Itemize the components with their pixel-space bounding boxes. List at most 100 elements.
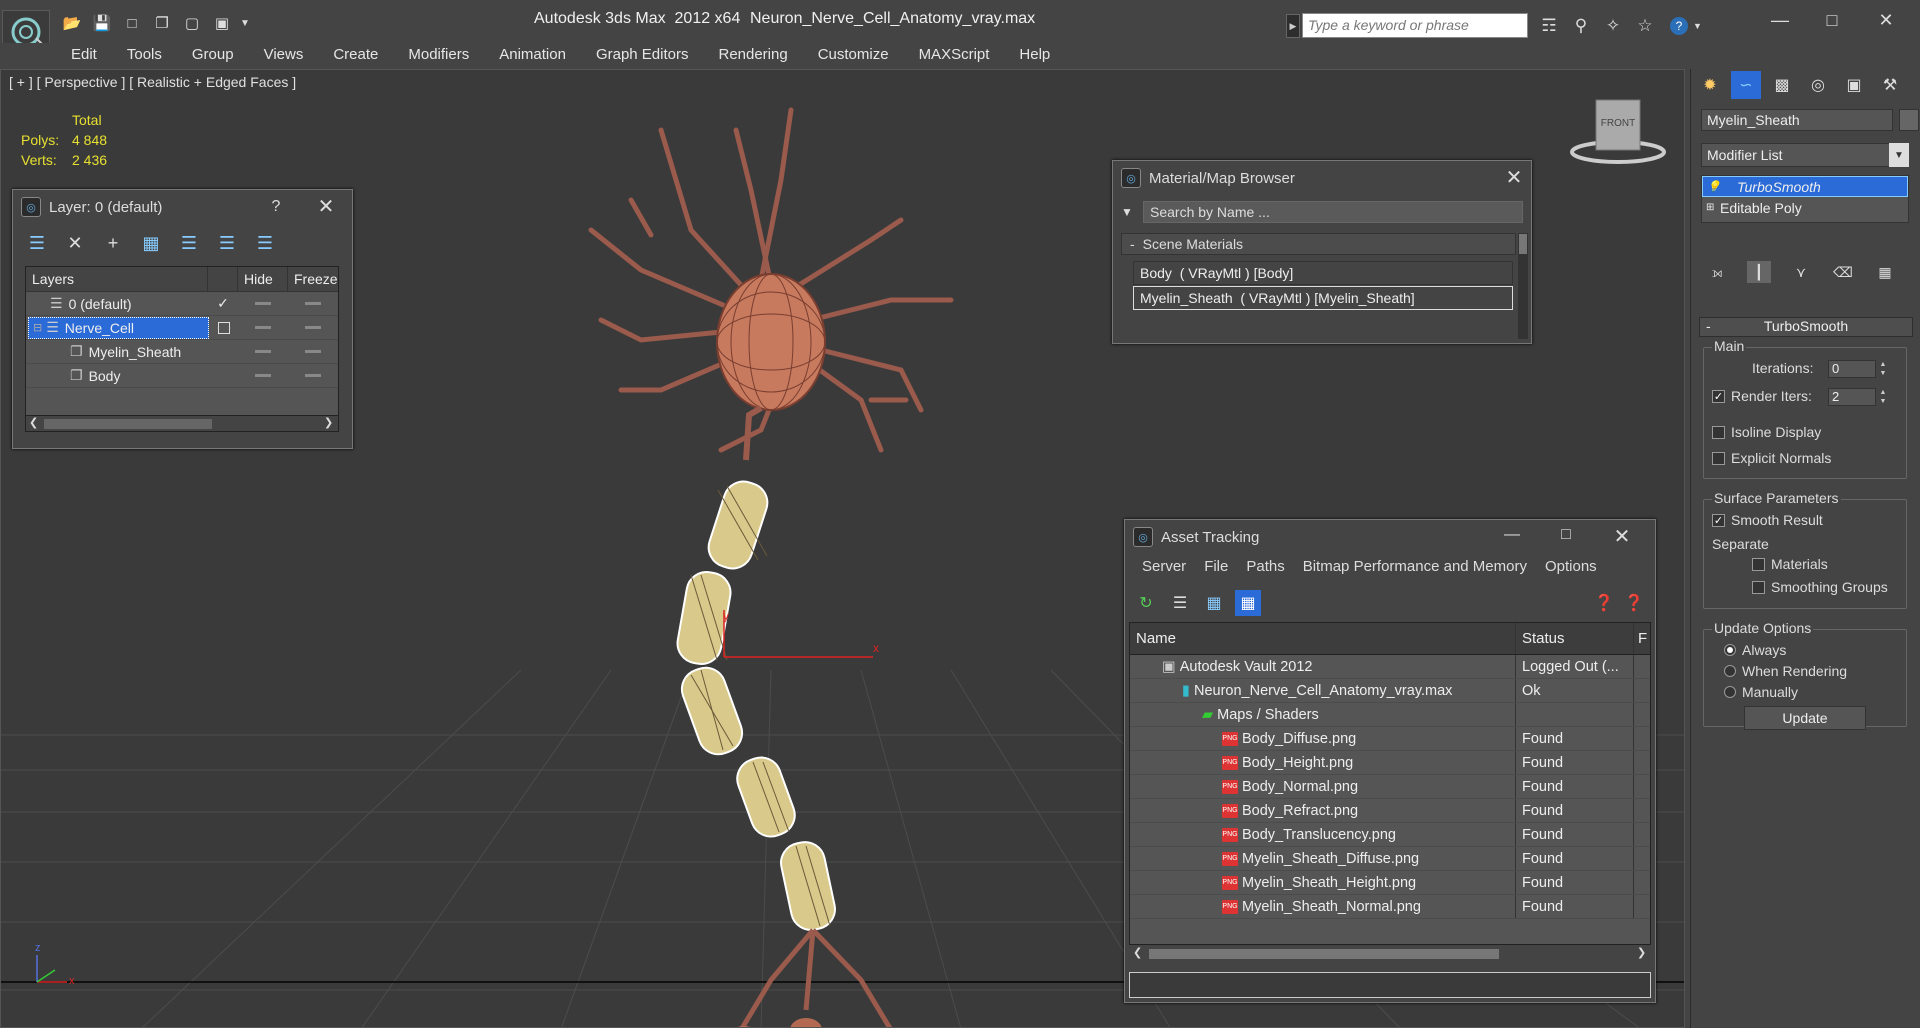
col-extra[interactable]: F [1634,630,1647,647]
current-layer-box-icon[interactable] [209,321,239,334]
layer-row-body[interactable]: ❐ Body [26,364,338,388]
stack-item-editable-poly[interactable]: ⊞ Editable Poly [1702,197,1908,218]
asset-row[interactable]: ▮ Neuron_Nerve_Cell_Anatomy_vray.max Ok [1130,679,1650,703]
asset-minimize-icon[interactable]: — [1499,526,1525,544]
help-button[interactable]: ? ▼ [1668,13,1706,39]
configure-sets-icon[interactable]: ▦ [1873,261,1897,283]
delete-layer-icon[interactable]: ✕ [59,228,91,258]
table-view-icon[interactable]: ▦ [1235,590,1261,616]
browser-options-icon[interactable]: ▼ [1121,205,1133,219]
scroll-left-icon[interactable]: ❮ [29,416,38,429]
stack-item-turbosmooth[interactable]: 💡 TurboSmooth [1702,176,1908,197]
layer-row-myelin-sheath[interactable]: ❐ Myelin_Sheath [26,340,338,364]
layer-close-icon[interactable]: ✕ [313,194,339,219]
window-icon[interactable]: ▢ [178,10,206,36]
asset-path-field[interactable] [1129,972,1651,998]
lightbulb-icon[interactable]: 💡 [1707,180,1737,193]
col-freeze[interactable]: Freeze [288,267,338,291]
asset-row[interactable]: ▣ Autodesk Vault 2012 Logged Out (... [1130,655,1650,679]
separate-materials-checkbox[interactable]: Materials [1752,556,1828,572]
modifier-list-dropdown[interactable]: Modifier List [1701,143,1909,167]
add-to-layer-icon[interactable]: + [97,228,129,258]
asset-menu-bitmap[interactable]: Bitmap Performance and Memory [1294,558,1536,575]
render-iters-spinner[interactable]: 2 [1828,388,1876,406]
spinner-arrows-icon[interactable]: ▲ ▼ [1878,388,1888,406]
asset-close-icon[interactable]: ✕ [1609,524,1635,549]
asset-menu-paths[interactable]: Paths [1237,558,1293,575]
object-name-field[interactable]: Myelin_Sheath [1701,109,1893,131]
make-unique-icon[interactable]: ⋎ [1789,261,1813,283]
refresh-icon[interactable]: ↻ [1133,590,1159,616]
material-item-body[interactable]: Body ( VRayMtl ) [Body] [1133,261,1513,285]
menu-create[interactable]: Create [318,43,393,69]
search-input[interactable]: Type a keyword or phrase [1302,13,1528,38]
col-hide[interactable]: Hide [238,267,288,291]
hide-toggle[interactable] [238,374,288,377]
asset-row[interactable]: PNG Body_Normal.png Found [1130,775,1650,799]
menu-tools[interactable]: Tools [112,43,177,69]
dropdown-arrow-icon[interactable]: ▼ [238,10,252,36]
asset-row[interactable]: PNG Myelin_Sheath_Normal.png Found [1130,895,1650,919]
col-layers[interactable]: Layers [26,267,208,291]
exchange-icon[interactable]: ✧ [1600,13,1626,39]
layer-row-nerve-cell[interactable]: ⊟ ☰ Nerve_Cell [26,316,338,340]
collapse-icon[interactable]: ⊟ [33,321,42,334]
menu-animation[interactable]: Animation [484,43,581,69]
rollout-collapse-icon[interactable]: - [1706,318,1711,334]
scroll-right-icon[interactable]: ❯ [1637,946,1646,959]
favorites-star-icon[interactable]: ☆ [1632,13,1658,39]
update-always-radio[interactable]: Always [1724,642,1786,658]
expand-icon[interactable]: ⊞ [1706,202,1720,213]
iterations-spinner[interactable]: 0 [1828,360,1876,378]
material-browser-header[interactable]: ◎ Material/Map Browser [1113,161,1531,195]
hide-layers-icon[interactable]: ☰ [211,228,243,258]
hide-toggle[interactable] [239,326,289,329]
asset-row[interactable]: PNG Body_Translucency.png Found [1130,823,1650,847]
vault-help-icon[interactable]: ❓ [1591,590,1617,616]
asset-row[interactable]: PNG Myelin_Sheath_Diffuse.png Found [1130,847,1650,871]
copy-icon[interactable]: ❐ [148,10,176,36]
section-collapse-icon[interactable]: - [1130,236,1135,252]
col-status[interactable]: Status [1516,623,1634,654]
layout-icon[interactable]: ▣ [208,10,236,36]
menu-group[interactable]: Group [177,43,249,69]
select-objects-icon[interactable]: ▦ [135,228,167,258]
modify-tab-icon[interactable]: ∽ [1731,71,1761,99]
remove-modifier-icon[interactable]: ⌫ [1831,261,1855,283]
asset-row[interactable]: PNG Body_Height.png Found [1130,751,1650,775]
scroll-thumb[interactable] [1149,949,1499,959]
asset-row[interactable]: PNG Body_Diffuse.png Found [1130,727,1650,751]
menu-edit[interactable]: Edit [56,43,112,69]
layer-window-header[interactable]: ◎ Layer: 0 (default) [13,190,352,224]
layer-hscrollbar[interactable]: ❮ ❯ [26,415,338,431]
scene-materials-section[interactable]: - Scene Materials [1121,233,1516,255]
material-item-myelin-sheath[interactable]: Myelin_Sheath ( VRayMtl ) [Myelin_Sheath… [1133,286,1513,310]
asset-menu-server[interactable]: Server [1133,558,1195,575]
binoculars-icon[interactable]: ☶ [1536,13,1562,39]
asset-row[interactable]: PNG Body_Refract.png Found [1130,799,1650,823]
open-file-icon[interactable]: 📂 [58,10,86,36]
freeze-toggle[interactable] [288,302,338,305]
asset-row[interactable]: ▰ Maps / Shaders [1130,703,1650,727]
object-color-swatch[interactable] [1899,109,1919,131]
menu-rendering[interactable]: Rendering [703,43,802,69]
rollout-header[interactable]: - TurboSmooth [1699,317,1913,337]
asset-row[interactable]: PNG Myelin_Sheath_Height.png Found [1130,871,1650,895]
maximize-icon[interactable]: □ [1812,5,1852,35]
list-view-icon[interactable]: ☰ [1167,590,1193,616]
asset-maximize-icon[interactable]: □ [1553,526,1579,544]
menu-customize[interactable]: Customize [803,43,904,69]
material-browser-close-icon[interactable]: ✕ [1501,165,1527,190]
new-file-icon[interactable]: □ [118,10,146,36]
close-icon[interactable]: ✕ [1866,5,1906,35]
explicit-normals-checkbox[interactable]: Explicit Normals [1712,450,1831,466]
render-iters-checkbox[interactable]: ✓ Render Iters: [1712,388,1812,404]
asset-hscrollbar[interactable]: ❮ ❯ [1129,944,1651,962]
material-vscrollbar[interactable] [1518,233,1528,339]
layer-help-button[interactable]: ? [263,198,289,216]
save-file-icon[interactable]: 💾 [88,10,116,36]
motion-tab-icon[interactable]: ◎ [1803,71,1833,99]
key-icon[interactable]: ⚲ [1568,13,1594,39]
pin-stack-icon[interactable]: ⟕ [1705,261,1729,283]
create-tab-icon[interactable]: ✹ [1695,71,1725,99]
